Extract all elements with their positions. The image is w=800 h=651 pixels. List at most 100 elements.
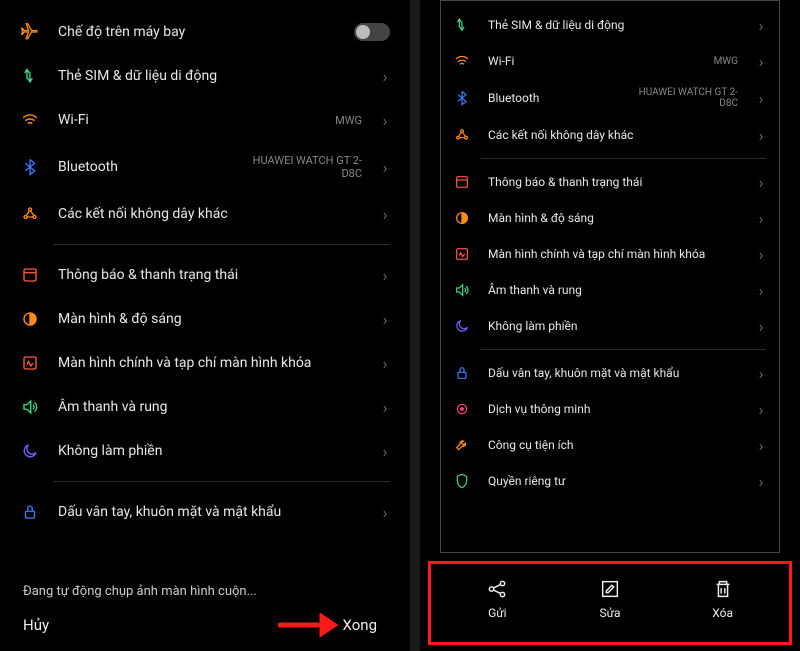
- settings-list-left: Chế độ trên máy bay Thẻ SIM & dữ liệu di …: [15, 10, 395, 570]
- chevron-right-icon: ›: [756, 245, 766, 264]
- bluetooth-icon: [454, 90, 470, 106]
- setting-smart[interactable]: Dịch vụ thông minh›: [449, 391, 771, 427]
- setting-label: Màn hình & độ sáng: [58, 311, 362, 327]
- edit-button[interactable]: Sửa: [599, 578, 621, 620]
- setting-wireless[interactable]: Các kết nối không dây khác›: [449, 117, 771, 153]
- setting-notify[interactable]: Thông báo & thanh trạng thái›: [449, 164, 771, 200]
- setting-wifi[interactable]: Wi-Fi MWG ›: [15, 98, 395, 142]
- chevron-right-icon: ›: [380, 266, 390, 285]
- setting-label: Wi-Fi: [58, 112, 317, 128]
- chevron-right-icon: ›: [380, 354, 390, 373]
- setting-label: Không làm phiền: [58, 443, 362, 459]
- home-icon: [454, 246, 470, 262]
- send-label: Gửi: [488, 606, 507, 620]
- toggle[interactable]: [354, 23, 390, 41]
- wireless-icon: [454, 127, 470, 143]
- setting-bluetooth[interactable]: Bluetooth HUAWEI WATCH GT 2-D8C ›: [15, 142, 395, 192]
- setting-wireless[interactable]: Các kết nối không dây khác›: [15, 192, 395, 236]
- bottom-bar: Hủy Xong: [15, 603, 395, 651]
- setting-value: HUAWEI WATCH GT 2-D8C: [242, 154, 362, 180]
- dnd-icon: [454, 318, 470, 334]
- trash-icon: [712, 578, 734, 600]
- send-button[interactable]: Gửi: [486, 578, 508, 620]
- setting-dnd[interactable]: Không làm phiền›: [449, 308, 771, 344]
- wifi-icon: [20, 110, 40, 130]
- phone-right: Thẻ SIM & dữ liệu di động›Wi-FiMWG›Bluet…: [420, 0, 800, 651]
- chevron-right-icon: ›: [756, 281, 766, 300]
- setting-airplane[interactable]: Chế độ trên máy bay: [15, 10, 395, 54]
- divider: [481, 349, 766, 350]
- setting-label: Thông báo & thanh trạng thái: [58, 267, 362, 283]
- setting-sim[interactable]: Thẻ SIM & dữ liệu di động ›: [449, 7, 771, 43]
- share-icon: [486, 578, 508, 600]
- chevron-right-icon: ›: [756, 52, 766, 71]
- setting-label: Bluetooth: [58, 159, 224, 175]
- delete-label: Xóa: [712, 606, 733, 620]
- setting-wifi[interactable]: Wi-FiMWG›: [449, 43, 771, 79]
- chevron-right-icon: ›: [756, 317, 766, 336]
- setting-label: Wi-Fi: [488, 54, 696, 68]
- setting-label: Thẻ SIM & dữ liệu di động: [58, 68, 362, 84]
- chevron-right-icon: ›: [756, 16, 766, 35]
- phone-left: Chế độ trên máy bay Thẻ SIM & dữ liệu di …: [0, 0, 410, 651]
- chevron-right-icon: ›: [380, 503, 390, 522]
- setting-label: Bluetooth: [488, 91, 620, 105]
- setting-sound[interactable]: Âm thanh và rung ›: [449, 272, 771, 308]
- setting-lock[interactable]: Dấu vân tay, khuôn mặt và mật khẩu ›: [449, 355, 771, 391]
- setting-label: Dấu vân tay, khuôn mặt và mật khẩu: [58, 504, 362, 520]
- chevron-right-icon: ›: [380, 398, 390, 417]
- delete-button[interactable]: Xóa: [712, 578, 734, 620]
- lock-icon: [20, 502, 40, 522]
- arrow-icon: [278, 613, 338, 637]
- chevron-right-icon: ›: [756, 472, 766, 491]
- setting-tool[interactable]: Công cụ tiện ích›: [449, 427, 771, 463]
- setting-label: Âm thanh và rung: [58, 399, 362, 415]
- brightness-icon: [454, 210, 470, 226]
- setting-label: Dịch vụ thông minh: [488, 402, 738, 416]
- notify-icon: [454, 174, 470, 190]
- setting-sound[interactable]: Âm thanh và rung ›: [15, 385, 395, 429]
- action-bar: Gửi Sửa Xóa: [428, 561, 792, 645]
- setting-label: Dấu vân tay, khuôn mặt và mật khẩu: [488, 366, 738, 380]
- chevron-right-icon: ›: [756, 89, 766, 108]
- chevron-right-icon: ›: [756, 436, 766, 455]
- setting-home[interactable]: Màn hình chính và tạp chí màn hình khóa›: [449, 236, 771, 272]
- done-button[interactable]: Xong: [342, 616, 377, 634]
- chevron-right-icon: ›: [756, 364, 766, 383]
- setting-lock[interactable]: Dấu vân tay, khuôn mặt và mật khẩu ›: [15, 490, 395, 534]
- setting-label: Thẻ SIM & dữ liệu di động: [488, 18, 738, 32]
- smart-icon: [454, 401, 470, 417]
- setting-dnd[interactable]: Không làm phiền›: [15, 429, 395, 473]
- setting-home[interactable]: Màn hình chính và tạp chí màn hình khóa ›: [15, 341, 395, 385]
- setting-label: Màn hình chính và tạp chí màn hình khóa: [58, 355, 362, 371]
- edit-label: Sửa: [599, 606, 620, 620]
- setting-label: Các kết nối không dây khác: [58, 206, 362, 222]
- airplane-icon: [20, 22, 40, 42]
- setting-notify[interactable]: Thông báo & thanh trạng thái ›: [15, 253, 395, 297]
- sound-icon: [20, 397, 40, 417]
- setting-label: Âm thanh và rung: [488, 283, 738, 297]
- setting-brightness[interactable]: Màn hình & độ sáng›: [15, 297, 395, 341]
- cancel-button[interactable]: Hủy: [23, 616, 49, 634]
- setting-value: MWG: [335, 114, 362, 127]
- tool-icon: [454, 437, 470, 453]
- scroll-preview: Thẻ SIM & dữ liệu di động›Wi-FiMWG›Bluet…: [440, 0, 780, 553]
- setting-label: Chế độ trên máy bay: [58, 24, 336, 40]
- edit-icon: [599, 578, 621, 600]
- chevron-right-icon: ›: [380, 111, 390, 130]
- divider: [53, 481, 390, 482]
- privacy-icon: [454, 473, 470, 489]
- notify-icon: [20, 265, 40, 285]
- setting-privacy[interactable]: Quyền riêng tư›: [449, 463, 771, 499]
- setting-sim[interactable]: Thẻ SIM & dữ liệu di động›: [15, 54, 395, 98]
- divider: [481, 158, 766, 159]
- wireless-icon: [20, 204, 40, 224]
- brightness-icon: [20, 309, 40, 329]
- home-icon: [20, 353, 40, 373]
- chevron-right-icon: ›: [380, 158, 390, 177]
- setting-bluetooth[interactable]: Bluetooth HUAWEI WATCH GT 2-D8C ›: [449, 79, 771, 117]
- setting-label: Các kết nối không dây khác: [488, 128, 738, 142]
- setting-value: HUAWEI WATCH GT 2-D8C: [638, 87, 738, 109]
- setting-brightness[interactable]: Màn hình & độ sáng›: [449, 200, 771, 236]
- sim-icon: [454, 17, 470, 33]
